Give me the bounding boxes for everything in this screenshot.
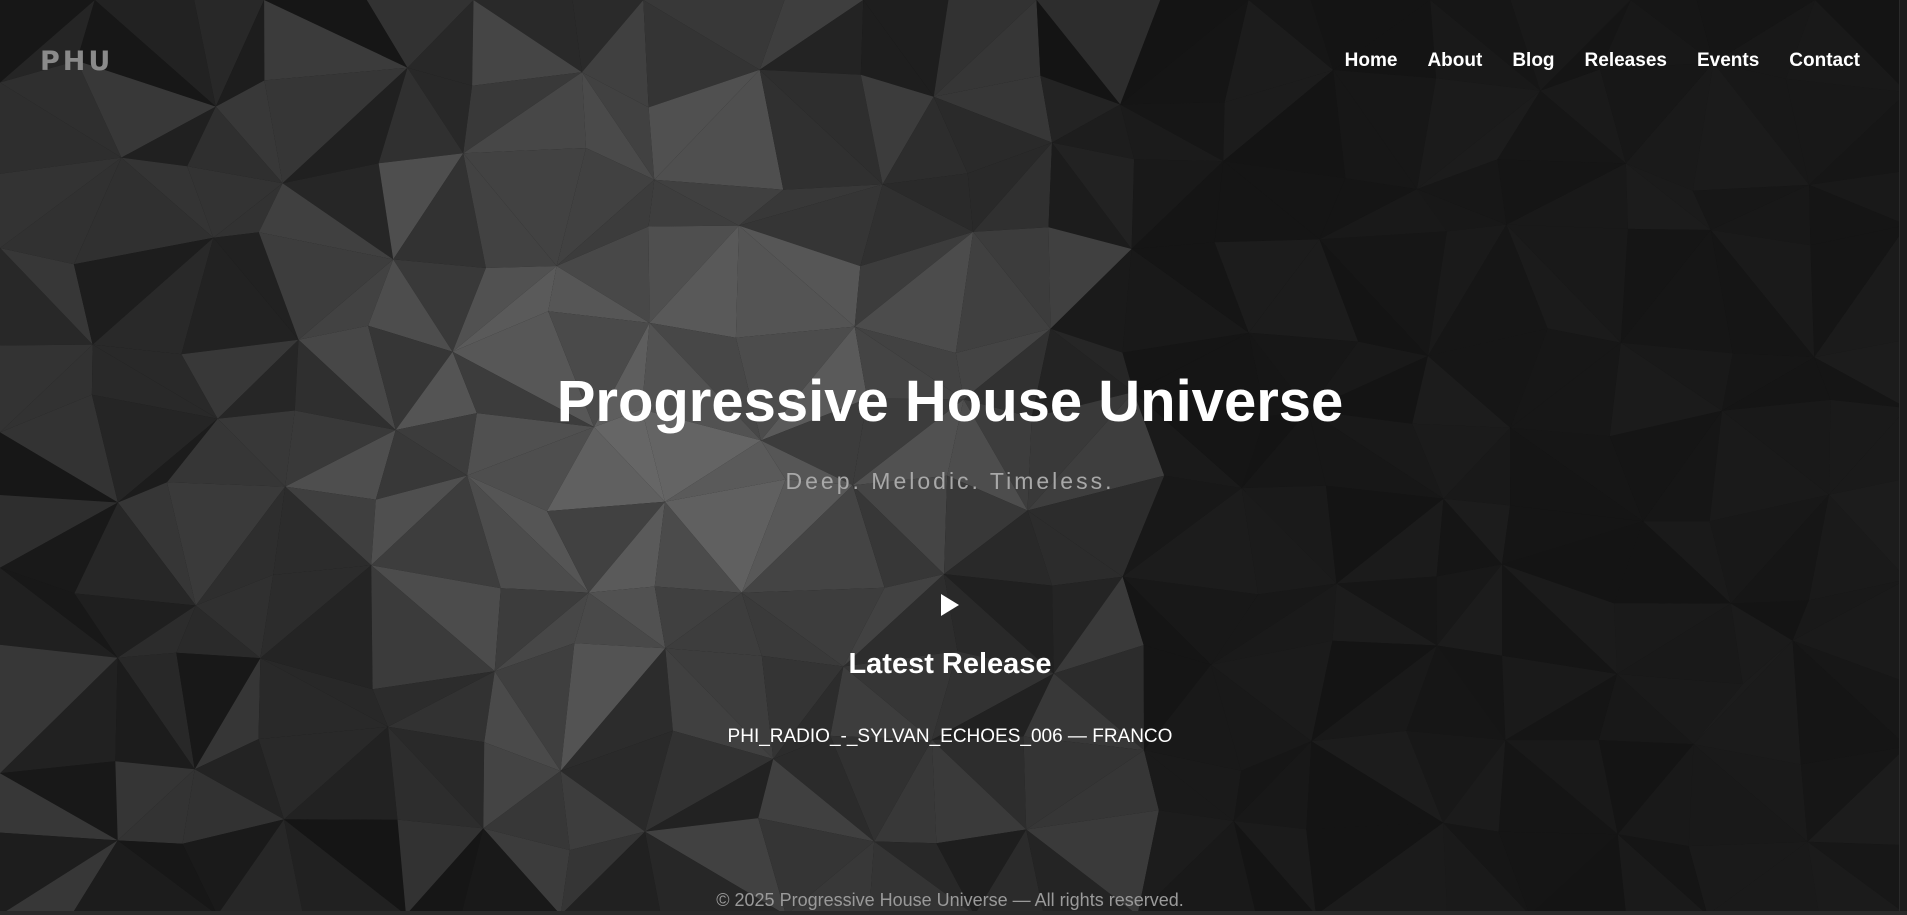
low-poly-background [0,0,1907,915]
hero-title: Progressive House Universe [556,369,1344,434]
main-nav: Home About Blog Releases Events Contact [1345,50,1860,72]
nav-about[interactable]: About [1427,50,1482,72]
nav-releases[interactable]: Releases [1585,50,1667,72]
latest-release-heading: Latest Release [848,648,1052,680]
nav-contact[interactable]: Contact [1789,50,1860,72]
site-logo[interactable]: PHU [40,46,113,77]
nav-blog[interactable]: Blog [1512,50,1554,72]
nav-events[interactable]: Events [1697,50,1759,72]
latest-release-track[interactable]: PHI_RADIO_-_SYLVAN_ECHOES_006 — FRANCO [0,726,1900,748]
hero-subtitle: Deep. Melodic. Timeless. [785,468,1115,494]
play-icon[interactable] [941,594,959,616]
play-button[interactable] [0,594,1900,620]
footer-copyright: © 2025 Progressive House Universe — All … [716,890,1184,910]
scrollbar[interactable] [1899,0,1907,915]
window-bottom-edge [0,911,1907,915]
nav-home[interactable]: Home [1345,50,1398,72]
